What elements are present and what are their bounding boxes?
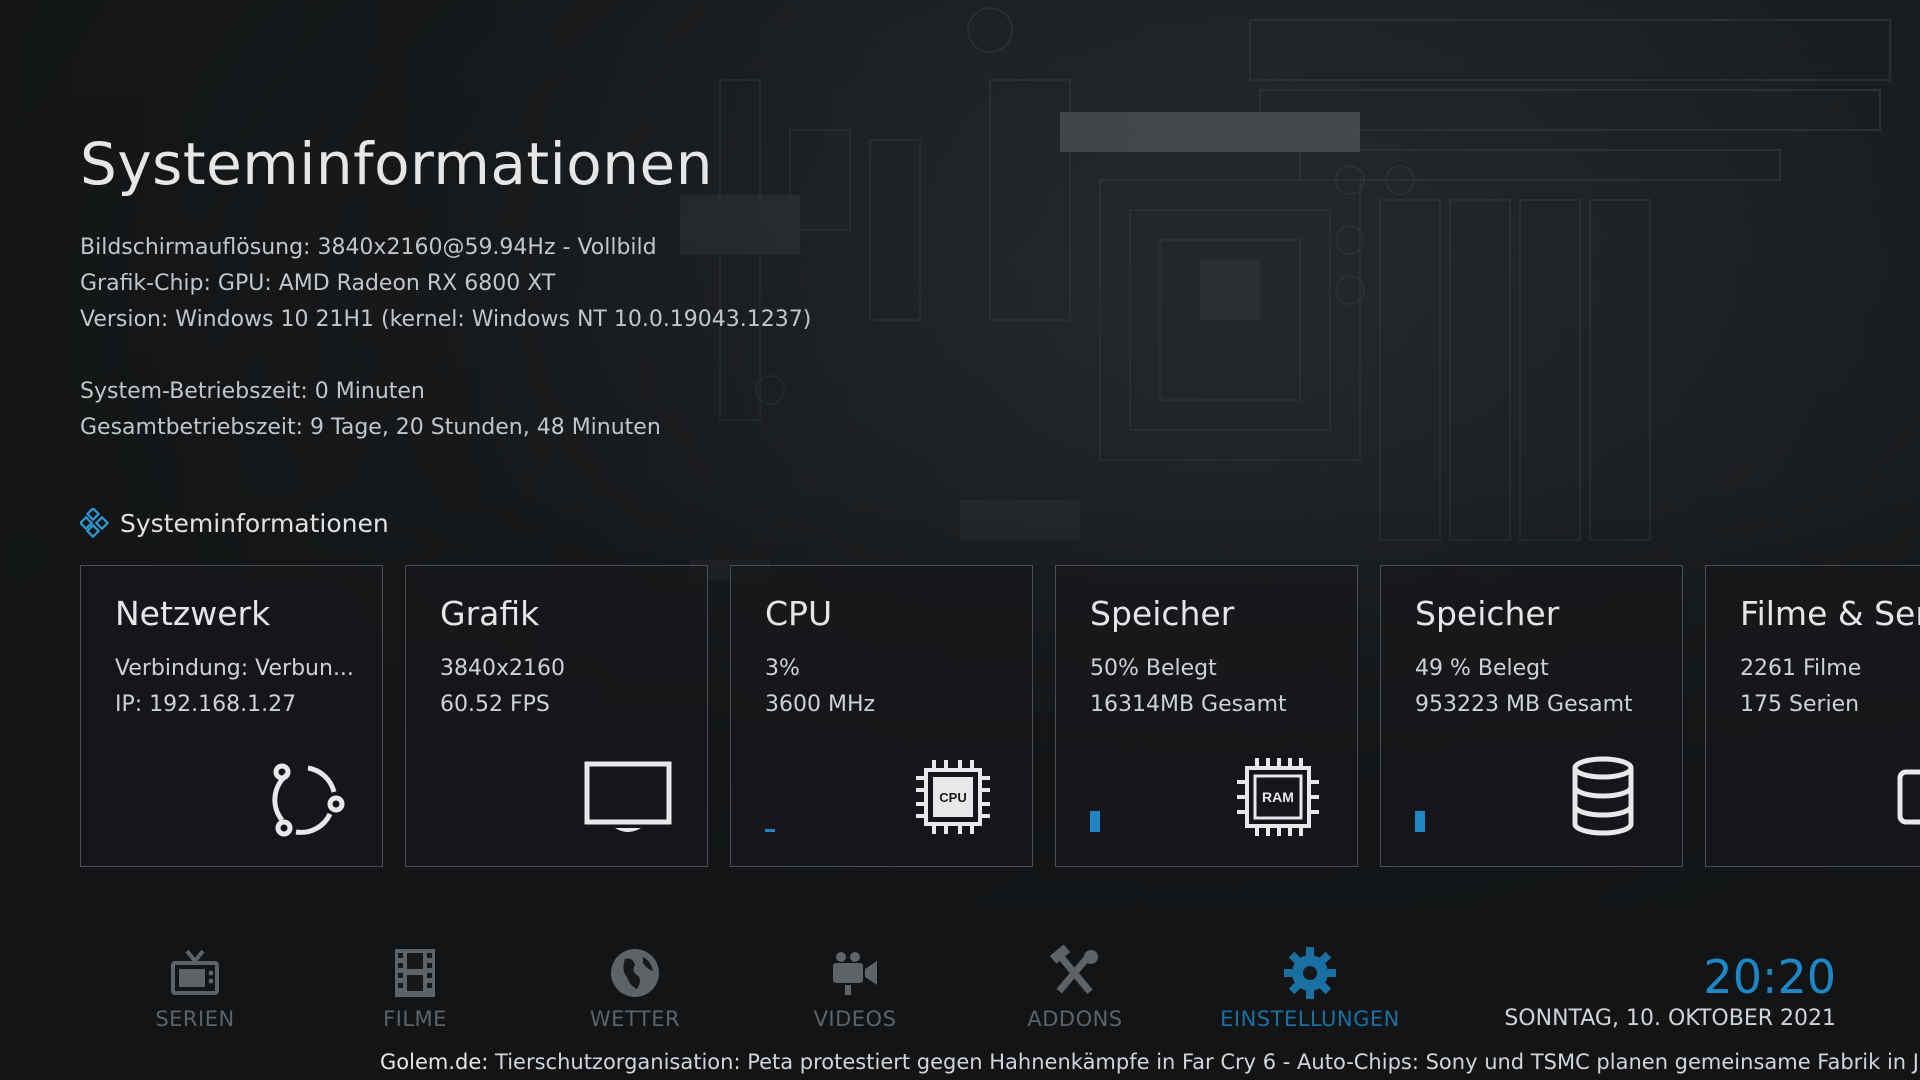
storage-usage-bar-fill bbox=[1415, 811, 1425, 832]
card-cpu[interactable]: CPU 3% 3600 MHz CPU bbox=[730, 565, 1033, 867]
system-info-block: Bildschirmauflösung: 3840x2160@59.94Hz -… bbox=[80, 230, 811, 446]
card-line: 60.52 FPS bbox=[440, 692, 550, 717]
news-ticker: Golem.de: Tierschutzorganisation: Peta p… bbox=[380, 1050, 1920, 1080]
gear-icon bbox=[1284, 947, 1336, 999]
uptime-text: System-Betriebszeit: 0 Minuten bbox=[80, 379, 425, 404]
card-graphics[interactable]: Grafik 3840x2160 60.52 FPS bbox=[405, 565, 708, 867]
graphics-chip-text: Grafik-Chip: GPU: AMD Radeon RX 6800 XT bbox=[80, 271, 556, 296]
card-line: Verbindung: Verbun... bbox=[115, 656, 354, 681]
card-line: 175 Serien bbox=[1740, 692, 1860, 717]
nav-item-wetter[interactable]: WETTER bbox=[540, 945, 730, 1031]
nav-item-einstellungen[interactable]: EINSTELLUNGEN bbox=[1200, 945, 1420, 1031]
info-cards-row: Netzwerk Verbindung: Verbun... IP: 192.1… bbox=[80, 565, 1920, 869]
ram-chip-icon: RAM bbox=[1237, 758, 1319, 836]
memory-usage-bar-fill bbox=[1090, 811, 1100, 832]
cpu-usage-bar bbox=[765, 790, 775, 832]
nav-label: EINSTELLUNGEN bbox=[1220, 1007, 1400, 1031]
page-title: Systeminformationen bbox=[80, 130, 713, 198]
nav-label: WETTER bbox=[589, 1007, 681, 1031]
nav-label: FILME bbox=[383, 1007, 447, 1031]
kodi-logo-icon bbox=[80, 508, 110, 538]
card-title: Speicher bbox=[1090, 594, 1235, 633]
ram-icon-label: RAM bbox=[1262, 789, 1294, 805]
card-title: Filme & Serien bbox=[1740, 594, 1920, 633]
nav-item-filme[interactable]: FILME bbox=[320, 945, 510, 1031]
version-text: Version: Windows 10 21H1 (kernel: Window… bbox=[80, 307, 812, 332]
storage-usage-bar bbox=[1415, 790, 1425, 832]
tools-icon bbox=[1049, 945, 1098, 994]
card-network[interactable]: Netzwerk Verbindung: Verbun... IP: 192.1… bbox=[80, 565, 383, 867]
card-memory[interactable]: Speicher 50% Belegt 16314MB Gesamt RAM bbox=[1055, 565, 1358, 867]
card-line: 2261 Filme bbox=[1740, 656, 1862, 681]
ticker-source: Golem.de: bbox=[380, 1050, 489, 1074]
card-line: IP: 192.168.1.27 bbox=[115, 692, 297, 717]
nav-label: SERIEN bbox=[155, 1007, 235, 1031]
video-camera-icon bbox=[833, 952, 877, 995]
clock-time: 20:20 bbox=[1703, 950, 1836, 1004]
nav-item-addons[interactable]: ADDONS bbox=[980, 945, 1170, 1031]
card-title: Grafik bbox=[440, 594, 540, 633]
monitor-icon bbox=[584, 761, 672, 832]
nav-item-videos[interactable]: VIDEOS bbox=[760, 945, 950, 1031]
card-line: 16314MB Gesamt bbox=[1090, 692, 1287, 717]
nav-label: ADDONS bbox=[1027, 1007, 1123, 1031]
cpu-usage-bar-fill bbox=[765, 829, 775, 832]
cpu-chip-icon: CPU bbox=[916, 760, 990, 834]
card-line: 3600 MHz bbox=[765, 692, 876, 717]
section-label: Systeminformationen bbox=[120, 508, 389, 538]
resolution-text: Bildschirmauflösung: 3840x2160@59.94Hz -… bbox=[80, 235, 657, 260]
clock-date: SONNTAG, 10. OKTOBER 2021 bbox=[1504, 1006, 1836, 1031]
network-icon bbox=[272, 763, 345, 837]
kodi-system-info-screen: Systeminformationen Bildschirmauflösung:… bbox=[0, 0, 1920, 1080]
card-storage[interactable]: Speicher 49 % Belegt 953223 MB Gesamt bbox=[1380, 565, 1683, 867]
total-uptime-text: Gesamtbetriebszeit: 9 Tage, 20 Stunden, … bbox=[80, 415, 661, 440]
globe-icon bbox=[611, 949, 659, 997]
memory-usage-bar bbox=[1090, 790, 1100, 832]
card-line: 3% bbox=[765, 656, 800, 681]
nav-item-serien[interactable]: SERIEN bbox=[100, 945, 290, 1031]
storage-database-icon bbox=[1572, 756, 1634, 836]
section-header: Systeminformationen bbox=[80, 508, 389, 538]
film-strip-icon bbox=[395, 949, 435, 997]
nav-label: VIDEOS bbox=[813, 1007, 897, 1031]
card-line: 49 % Belegt bbox=[1415, 656, 1549, 681]
library-icon bbox=[1897, 769, 1920, 825]
card-title: Speicher bbox=[1415, 594, 1560, 633]
card-title: CPU bbox=[765, 594, 833, 633]
card-line: 50% Belegt bbox=[1090, 656, 1217, 681]
card-line: 3840x2160 bbox=[440, 656, 565, 681]
cpu-icon-label: CPU bbox=[939, 790, 966, 805]
ticker-text: Tierschutzorganisation: Peta protestiert… bbox=[488, 1050, 1920, 1074]
card-line: 953223 MB Gesamt bbox=[1415, 692, 1633, 717]
card-title: Netzwerk bbox=[115, 594, 271, 633]
card-library[interactable]: Filme & Serien 2261 Filme 175 Serien bbox=[1705, 565, 1920, 867]
tv-icon bbox=[171, 949, 219, 995]
